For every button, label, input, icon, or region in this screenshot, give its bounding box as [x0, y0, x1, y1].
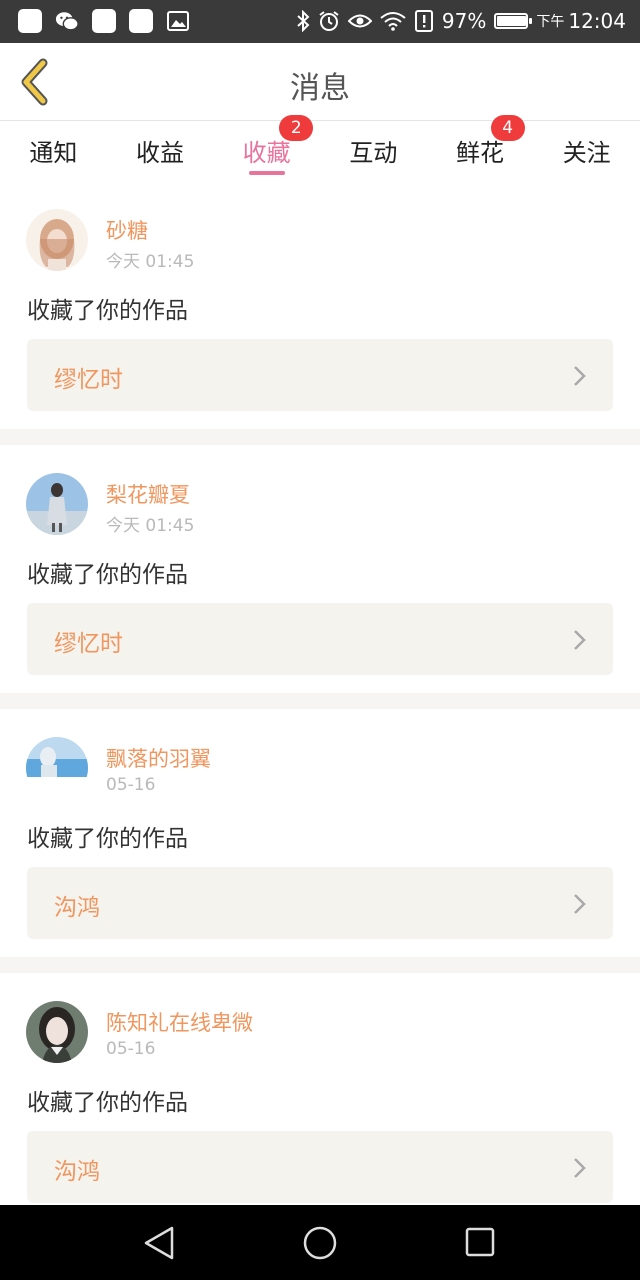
avatar[interactable]	[26, 737, 88, 799]
action-text: 收藏了你的作品	[27, 562, 188, 588]
work-title: 沟鸿	[54, 1159, 100, 1185]
tab-label: 通知	[29, 139, 78, 167]
back-triangle-icon	[144, 1226, 174, 1260]
status-bar: 97% 下午 12:04	[0, 0, 640, 43]
battery-percent: 97%	[441, 9, 487, 33]
tab-label: 关注	[562, 139, 611, 167]
work-title: 沟鸿	[54, 895, 100, 921]
chevron-right-icon	[574, 1158, 586, 1178]
work-link[interactable]: 缪忆时	[27, 339, 613, 411]
battery-level	[497, 16, 527, 26]
tab-notifications[interactable]: 通知	[0, 121, 107, 181]
username[interactable]: 梨花瓣夏	[106, 479, 190, 509]
tab-label: 收益	[136, 139, 184, 167]
action-text: 收藏了你的作品	[27, 298, 188, 324]
unread-badge: 2	[279, 115, 314, 141]
card-divider	[0, 693, 640, 709]
work-link[interactable]: 沟鸿	[27, 1131, 613, 1203]
tab-following[interactable]: 关注	[533, 121, 640, 181]
avatar[interactable]	[26, 1001, 88, 1063]
work-link[interactable]: 沟鸿	[27, 867, 613, 939]
chevron-right-icon	[574, 630, 586, 650]
alert-icon	[414, 10, 433, 32]
username[interactable]: 飘落的羽翼	[106, 743, 211, 773]
timestamp: 今天 01:45	[106, 516, 195, 536]
system-nav-bar	[0, 1205, 640, 1280]
timestamp: 今天 01:45	[106, 252, 195, 272]
avatar[interactable]	[26, 473, 88, 535]
eye-icon	[347, 14, 372, 28]
message-card: 梨花瓣夏 今天 01:45 收藏了你的作品 缪忆时	[0, 445, 640, 693]
wifi-icon	[380, 12, 406, 31]
notification-icon	[129, 9, 153, 33]
tab-label: 收藏	[242, 139, 291, 167]
message-card: 陈知礼在线卑微 05-16 收藏了你的作品 沟鸿	[0, 973, 640, 1221]
tab-favorites[interactable]: 收藏 2	[213, 115, 320, 181]
home-circle-icon	[303, 1226, 337, 1260]
message-card: 飘落的羽翼 05-16 收藏了你的作品 沟鸿	[0, 709, 640, 957]
time-prefix: 下午	[536, 14, 565, 30]
unread-badge: 4	[490, 115, 525, 141]
notification-icon	[18, 9, 42, 33]
chevron-right-icon	[574, 894, 586, 914]
alarm-icon	[319, 11, 339, 31]
bluetooth-icon	[297, 10, 310, 32]
username[interactable]: 陈知礼在线卑微	[106, 1007, 253, 1037]
timestamp: 05-16	[106, 1039, 156, 1059]
active-tab-indicator	[248, 171, 285, 175]
card-divider	[0, 429, 640, 445]
status-notification-icons	[18, 9, 190, 33]
card-divider	[0, 957, 640, 973]
work-link[interactable]: 缪忆时	[27, 603, 613, 675]
action-text: 收藏了你的作品	[27, 1090, 188, 1116]
action-text: 收藏了你的作品	[27, 826, 188, 852]
tab-label: 互动	[349, 139, 398, 167]
gallery-icon	[166, 9, 190, 33]
username[interactable]: 砂糖	[106, 215, 148, 245]
tab-flowers[interactable]: 鲜花 4	[427, 115, 534, 181]
work-title: 缪忆时	[54, 367, 123, 393]
nav-recents-button[interactable]	[463, 1225, 497, 1263]
work-title: 缪忆时	[54, 631, 123, 657]
nav-back-button[interactable]	[142, 1225, 176, 1265]
clock: 12:04	[568, 9, 626, 33]
battery-icon	[494, 13, 533, 29]
wechat-icon	[55, 9, 79, 33]
tab-label: 鲜花	[456, 139, 505, 167]
page-header: 消息	[0, 43, 640, 121]
tab-earnings[interactable]: 收益	[107, 121, 214, 181]
tab-interactions[interactable]: 互动	[320, 121, 427, 181]
message-card: 砂糖 今天 01:45 收藏了你的作品 缪忆时	[0, 181, 640, 429]
tab-bar: 通知 收益 收藏 2 互动 鲜花 4 关注	[0, 115, 640, 181]
page-title: 消息	[290, 71, 350, 106]
nav-home-button[interactable]	[302, 1225, 338, 1265]
message-list: 砂糖 今天 01:45 收藏了你的作品 缪忆时 梨花瓣夏 今天 01:45 收藏…	[0, 181, 640, 1221]
timestamp: 05-16	[106, 775, 156, 795]
recents-square-icon	[465, 1227, 495, 1257]
chevron-right-icon	[574, 366, 586, 386]
avatar[interactable]	[26, 209, 88, 271]
notification-icon	[92, 9, 116, 33]
